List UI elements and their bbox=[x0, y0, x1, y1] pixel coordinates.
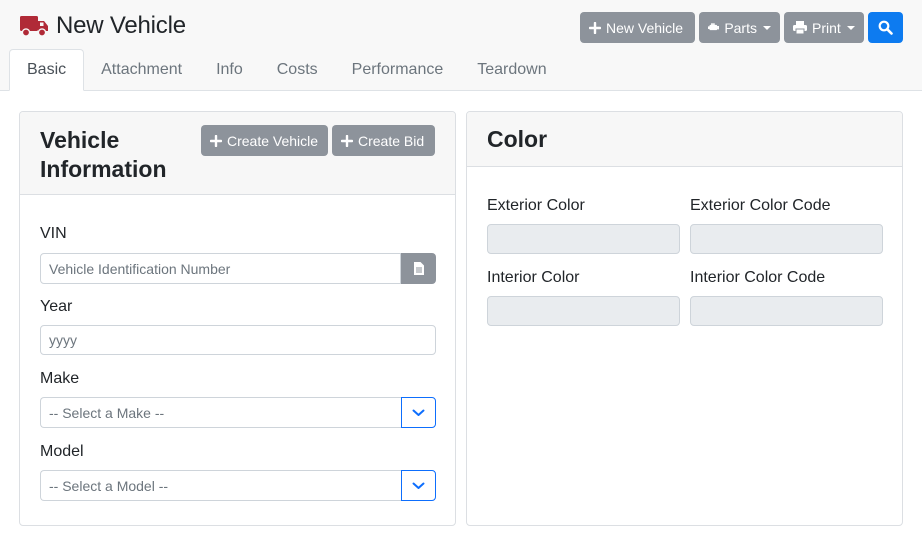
truck-icon bbox=[20, 16, 48, 37]
create-vehicle-button[interactable]: Create Vehicle bbox=[201, 125, 328, 156]
make-select[interactable]: -- Select a Make -- bbox=[40, 397, 436, 428]
file-icon bbox=[413, 262, 424, 275]
model-select-value[interactable]: -- Select a Model -- bbox=[40, 470, 401, 501]
year-label: Year bbox=[40, 298, 73, 315]
exterior-color-code-field bbox=[690, 224, 883, 254]
tab-bar: Basic Attachment Info Costs Performance … bbox=[9, 49, 564, 91]
interior-color-code-field bbox=[690, 296, 883, 326]
vin-input[interactable] bbox=[40, 253, 401, 284]
vin-decode-button[interactable] bbox=[401, 253, 436, 284]
tab-costs[interactable]: Costs bbox=[260, 49, 335, 91]
year-input[interactable] bbox=[40, 325, 436, 355]
tab-teardown[interactable]: Teardown bbox=[460, 49, 563, 91]
create-vehicle-label: Create Vehicle bbox=[227, 132, 319, 149]
vehicle-information-title: Vehicle Information bbox=[40, 127, 167, 182]
new-vehicle-label: New Vehicle bbox=[606, 19, 684, 36]
make-dropdown-button[interactable] bbox=[401, 397, 436, 428]
exterior-color-field bbox=[487, 224, 680, 254]
engine-icon bbox=[708, 23, 720, 31]
vin-input-group bbox=[40, 253, 436, 284]
search-icon bbox=[878, 20, 893, 35]
interior-color-code-label: Interior Color Code bbox=[690, 269, 826, 286]
exterior-color-label: Exterior Color bbox=[487, 197, 585, 214]
vin-label: VIN bbox=[40, 225, 67, 242]
tab-attachment[interactable]: Attachment bbox=[84, 49, 199, 91]
caret-down-icon bbox=[846, 25, 855, 30]
tab-info[interactable]: Info bbox=[199, 49, 260, 91]
chevron-down-icon bbox=[412, 409, 425, 416]
vehicle-information-card: Vehicle Information Create Vehicle Creat… bbox=[19, 111, 456, 526]
model-label: Model bbox=[40, 443, 84, 460]
tab-performance[interactable]: Performance bbox=[335, 49, 461, 91]
color-header: Color bbox=[467, 112, 902, 167]
printer-icon bbox=[793, 21, 807, 34]
model-dropdown-button[interactable] bbox=[401, 470, 436, 501]
plus-icon bbox=[210, 134, 222, 147]
plus-icon bbox=[341, 134, 353, 147]
toolbar: New Vehicle Parts Print bbox=[580, 12, 903, 43]
color-card: Color Exterior Color Exterior Color Code… bbox=[466, 111, 903, 526]
parts-label: Parts bbox=[724, 19, 757, 36]
vehicle-information-actions: Create Vehicle Create Bid bbox=[201, 125, 435, 156]
make-select-value[interactable]: -- Select a Make -- bbox=[40, 397, 401, 428]
vehicle-information-header: Vehicle Information Create Vehicle Creat… bbox=[20, 112, 455, 195]
interior-color-label: Interior Color bbox=[487, 269, 580, 286]
interior-color-field bbox=[487, 296, 680, 326]
create-bid-label: Create Bid bbox=[358, 132, 425, 149]
parts-dropdown-button[interactable]: Parts bbox=[699, 12, 780, 43]
new-vehicle-button[interactable]: New Vehicle bbox=[580, 12, 695, 43]
plus-icon bbox=[589, 21, 601, 34]
page-title: New Vehicle bbox=[56, 12, 186, 39]
print-dropdown-button[interactable]: Print bbox=[784, 12, 864, 43]
make-label: Make bbox=[40, 370, 80, 387]
top-bar: New Vehicle New Vehicle Parts Print Basi… bbox=[0, 0, 922, 91]
chevron-down-icon bbox=[412, 482, 425, 489]
search-button[interactable] bbox=[868, 12, 903, 43]
print-label: Print bbox=[812, 19, 841, 36]
exterior-color-code-label: Exterior Color Code bbox=[690, 197, 831, 214]
model-select[interactable]: -- Select a Model -- bbox=[40, 470, 436, 501]
color-title: Color bbox=[487, 126, 548, 152]
caret-down-icon bbox=[763, 25, 771, 30]
tab-basic[interactable]: Basic bbox=[9, 49, 85, 91]
title-area: New Vehicle bbox=[20, 12, 186, 40]
create-bid-button[interactable]: Create Bid bbox=[332, 125, 435, 156]
